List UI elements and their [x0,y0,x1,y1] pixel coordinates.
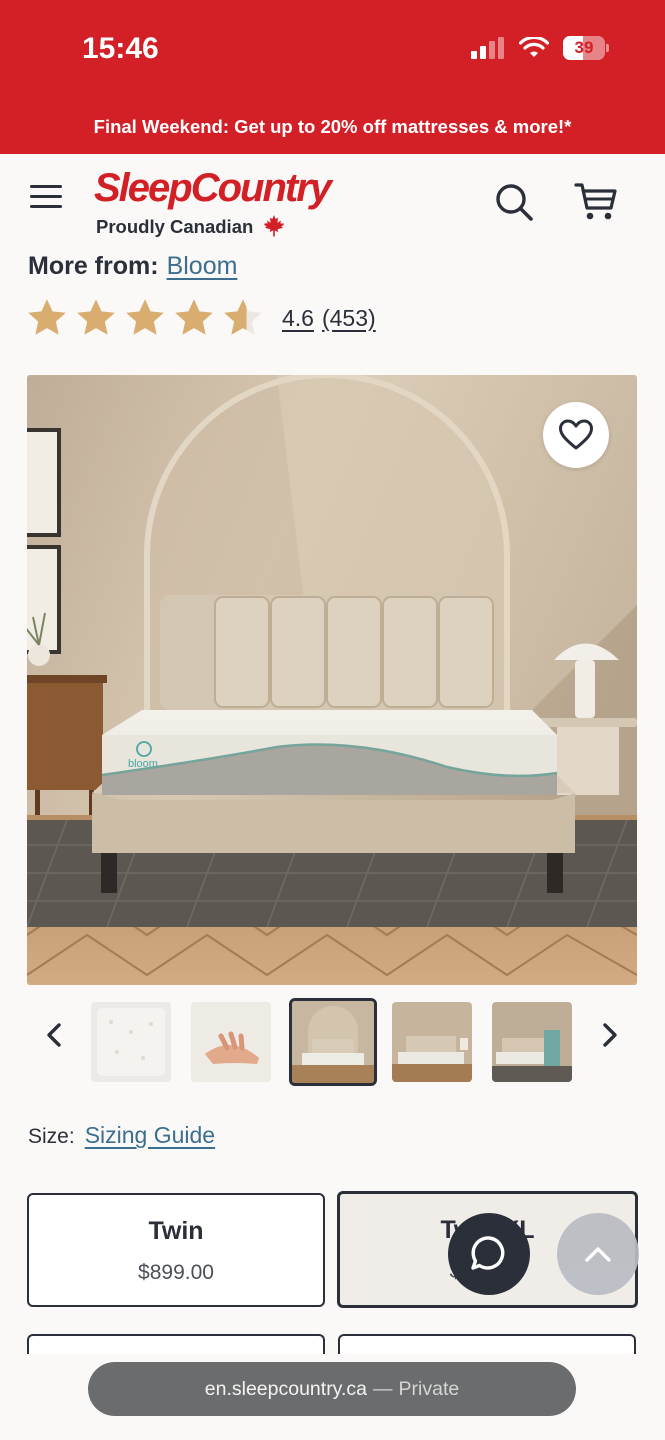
review-count[interactable]: (453) [322,305,376,332]
half-star-icon [224,299,262,335]
rating-row[interactable]: 4.6 (453) [26,298,376,338]
battery-level: 39 [574,38,594,57]
menu-icon-bar [30,205,62,208]
more-from-label: More from: [28,252,159,280]
svg-text:bloom: bloom [128,758,158,770]
thumbnail[interactable] [191,1002,271,1082]
thumbnail[interactable] [91,1002,171,1082]
logo-tagline: Proudly Canadian [96,216,254,237]
site-header: SleepCountry Proudly Canadian [0,154,665,244]
size-label: Size: [28,1125,75,1148]
chat-button[interactable] [448,1213,530,1295]
thumbnail-selected[interactable] [289,998,377,1086]
product-image[interactable]: bloom [27,375,637,985]
heart-icon [559,419,593,450]
promo-text: Final Weekend: Get up to 20% off mattres… [93,116,572,137]
url-domain: en.sleepcountry.ca [204,1377,368,1400]
chevron-right-icon[interactable] [594,1020,624,1050]
sleep-country-logo[interactable]: SleepCountry Proudly Canadian [94,166,332,240]
browser-address-bar[interactable]: en.sleepcountry.ca — Private [88,1362,576,1416]
chevron-left-icon[interactable] [40,1020,70,1050]
star-icon [175,299,213,335]
back-to-top-button[interactable] [557,1213,639,1295]
size-option-price: $899.00 [138,1261,214,1284]
battery-icon: 39 [563,36,609,60]
cart-icon[interactable] [574,180,618,222]
size-option-twin[interactable]: Twin $899.00 [27,1193,325,1307]
product-page: 15:46 39 Final Weekend: Get up to 20% of… [0,0,665,1440]
wishlist-button[interactable] [543,402,609,468]
star-icon [28,299,66,335]
menu-icon-bar [30,195,62,198]
thumbnail[interactable] [492,1002,572,1082]
url-separator: — [373,1377,393,1400]
thumbnail[interactable] [392,1002,472,1082]
chat-bubble-icon [471,1236,505,1270]
maple-leaf-icon [263,215,285,237]
menu-button[interactable] [30,184,64,210]
status-icons: 39 [471,36,609,60]
status-time: 15:46 [82,32,159,65]
star-icon [126,299,164,335]
status-bar: 15:46 39 [0,0,665,100]
size-option-card[interactable] [338,1334,636,1354]
star-icon [77,299,115,335]
chevron-up-icon [585,1247,611,1262]
thumbnail-carousel [0,998,665,1086]
star-rating [26,298,264,338]
wifi-icon [519,37,549,57]
rating-score[interactable]: 4.6 [282,305,314,332]
size-option-name: Twin [148,1217,204,1245]
logo-wordmark: SleepCountry [94,166,332,210]
signal-icon [471,37,504,59]
search-icon[interactable] [494,182,534,222]
brand-link[interactable]: Bloom [167,252,238,280]
private-mode-label: Private [398,1377,460,1400]
sizing-guide-link[interactable]: Sizing Guide [85,1122,215,1148]
promo-banner[interactable]: Final Weekend: Get up to 20% off mattres… [0,100,665,154]
menu-icon-bar [30,185,62,188]
size-option-card[interactable] [27,1334,325,1354]
more-from-brand: More from: Bloom [28,252,237,281]
size-row: Size: Sizing Guide [28,1122,215,1149]
